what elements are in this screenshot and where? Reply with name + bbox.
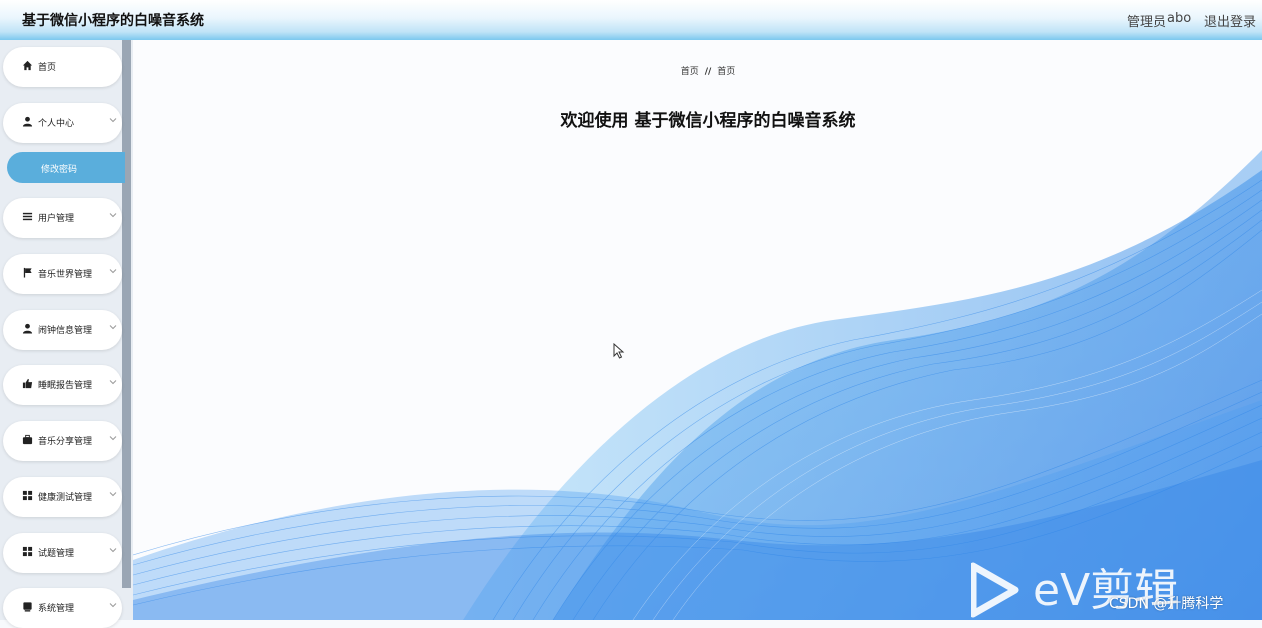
sidebar-item-label: 个人中心 bbox=[38, 119, 75, 129]
home-icon bbox=[21, 60, 33, 72]
sidebar-item-label: 音乐分享管理 bbox=[38, 437, 93, 447]
sidebar-item-label: 闹钟信息管理 bbox=[38, 326, 93, 336]
chevron-down-icon bbox=[109, 601, 117, 612]
sidebar-scrollbar[interactable] bbox=[122, 40, 131, 588]
chevron-down-icon bbox=[109, 267, 117, 278]
list-icon bbox=[21, 211, 33, 223]
chevron-down-icon bbox=[109, 434, 117, 445]
sidebar-item-system-management[interactable]: 系统管理 bbox=[3, 588, 122, 628]
admin-username: abo bbox=[1167, 11, 1192, 26]
chevron-down-icon bbox=[109, 116, 117, 127]
submenu-item-label: 修改密码 bbox=[41, 165, 78, 175]
sidebar-item-sleep-report[interactable]: 睡眠报告管理 bbox=[3, 365, 122, 405]
database-icon bbox=[21, 601, 33, 613]
thumbs-up-icon bbox=[21, 378, 33, 390]
sidebar-item-label: 睡眠报告管理 bbox=[38, 381, 93, 391]
grid-icon bbox=[21, 490, 33, 502]
submenu-item-change-password[interactable]: 修改密码 bbox=[7, 152, 125, 183]
sidebar-item-alarm-info[interactable]: 闹钟信息管理 bbox=[3, 310, 122, 350]
breadcrumb-item-current: 首页 bbox=[717, 67, 736, 77]
chevron-down-icon bbox=[109, 378, 117, 389]
user-icon bbox=[21, 323, 33, 335]
sidebar-item-label: 系统管理 bbox=[38, 604, 75, 614]
chevron-down-icon bbox=[109, 490, 117, 501]
welcome-title: 欢迎使用 基于微信小程序的白噪音系统 bbox=[560, 111, 856, 131]
sidebar-item-home[interactable]: 首页 bbox=[3, 47, 122, 87]
sidebar-item-label: 音乐世界管理 bbox=[38, 270, 93, 280]
sidebar-item-label: 首页 bbox=[38, 63, 57, 73]
main-content: 首页//首页 欢迎使用 基于微信小程序的白噪音系统 eV剪辑 CSDN @升腾科… bbox=[133, 40, 1262, 620]
chevron-down-icon bbox=[109, 211, 117, 222]
breadcrumb-separator: // bbox=[704, 67, 712, 77]
grid-icon bbox=[21, 546, 33, 558]
breadcrumb-item-home[interactable]: 首页 bbox=[681, 67, 699, 77]
flag-icon bbox=[21, 267, 33, 279]
breadcrumb: 首页 // 首页 bbox=[133, 64, 1262, 77]
mouse-cursor-icon bbox=[613, 343, 625, 359]
app-title: 基于微信小程序的白噪音系统 bbox=[22, 13, 204, 29]
admin-role-label: 管理员 bbox=[1127, 15, 1167, 30]
chevron-down-icon bbox=[109, 546, 117, 557]
sidebar-item-health-test[interactable]: 健康测试管理 bbox=[3, 477, 122, 517]
csdn-watermark: CSDN @升腾科学 bbox=[1109, 596, 1224, 612]
sidebar-item-music-share[interactable]: 音乐分享管理 bbox=[3, 421, 122, 461]
sidebar-item-label: 试题管理 bbox=[38, 549, 75, 559]
top-header: 基于微信小程序的白噪音系统 管理员 abo 退出登录 bbox=[0, 0, 1262, 40]
sidebar-item-personal-center[interactable]: 个人中心 bbox=[3, 103, 122, 143]
chevron-down-icon bbox=[109, 323, 117, 334]
logout-button[interactable]: 退出登录 bbox=[1204, 11, 1256, 30]
sidebar-item-music-world[interactable]: 音乐世界管理 bbox=[3, 254, 122, 294]
sidebar-item-question-bank[interactable]: 试题管理 bbox=[3, 533, 122, 573]
user-icon bbox=[21, 116, 33, 128]
sidebar-item-label: 健康测试管理 bbox=[38, 493, 93, 503]
sidebar-item-label: 用户管理 bbox=[38, 214, 75, 224]
briefcase-icon bbox=[21, 434, 33, 446]
sidebar-item-user-management[interactable]: 用户管理 bbox=[3, 198, 122, 238]
